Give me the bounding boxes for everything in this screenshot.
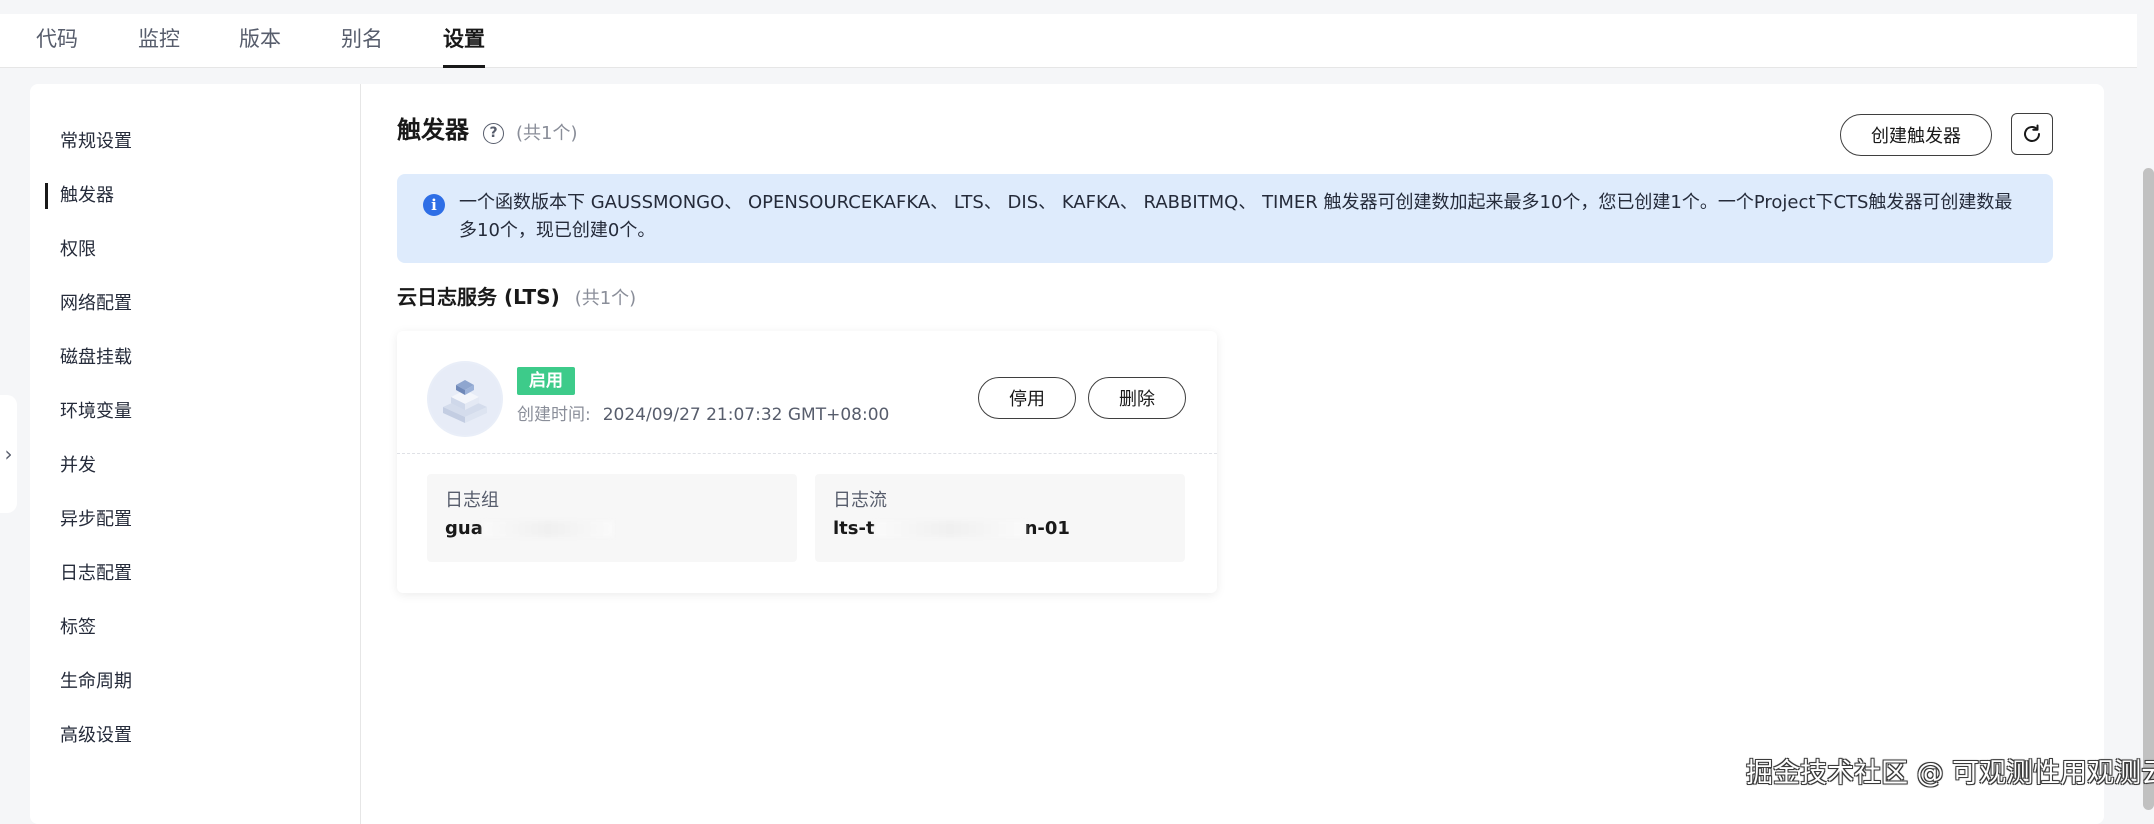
log-stream-label: 日志流 (833, 490, 887, 511)
stack-icon (429, 363, 501, 435)
sidebar-item-triggers[interactable]: 触发器 (45, 181, 114, 211)
created-time: 创建时间: 2024/09/27 21:07:32 GMT+08:00 (517, 403, 889, 427)
log-stream-prefix: lts-t (833, 518, 875, 539)
lts-service-icon (427, 361, 503, 437)
section-title-text: 云日志服务 (LTS) (397, 285, 560, 309)
trigger-card: 启用 创建时间: 2024/09/27 21:07:32 GMT+08:00 停用… (397, 331, 1217, 593)
sidebar-item-tags[interactable]: 标签 (60, 613, 96, 643)
created-label: 创建时间: (517, 405, 591, 425)
section-title: 云日志服务 (LTS) (共1个) (397, 283, 636, 313)
tab-code[interactable]: 代码 (36, 24, 78, 68)
status-badge: 启用 (517, 367, 575, 395)
log-group-label: 日志组 (445, 490, 499, 511)
tab-alias[interactable]: 别名 (341, 24, 383, 68)
sidebar-item-advanced[interactable]: 高级设置 (60, 721, 132, 751)
sidebar-item-disk-mount[interactable]: 磁盘挂载 (60, 343, 132, 373)
sidebar-item-permissions[interactable]: 权限 (60, 235, 96, 265)
section-count: (共1个) (574, 288, 637, 309)
scrollbar-thumb[interactable] (2143, 168, 2154, 810)
log-stream-box: 日志流 lts-t n-01 (815, 474, 1185, 562)
log-stream-suffix: n-01 (1024, 518, 1070, 539)
info-icon: i (423, 194, 445, 216)
card-separator (397, 453, 1217, 454)
redacted-mask (482, 521, 613, 537)
info-alert: i 一个函数版本下 GAUSSMONGO、 OPENSOURCEKAFKA、 L… (397, 174, 2053, 263)
top-strip (0, 0, 2154, 14)
sidebar-item-lifecycle[interactable]: 生命周期 (60, 667, 132, 697)
trigger-count: (共1个) (516, 123, 578, 144)
log-group-value: gua (445, 516, 613, 542)
tab-monitor[interactable]: 监控 (138, 24, 180, 68)
disable-button[interactable]: 停用 (978, 377, 1076, 419)
log-stream-value: lts-t n-01 (833, 516, 1070, 542)
alert-text: 一个函数版本下 GAUSSMONGO、 OPENSOURCEKAFKA、 LTS… (459, 192, 2013, 241)
sidebar-item-general[interactable]: 常规设置 (60, 127, 132, 157)
tab-versions[interactable]: 版本 (239, 24, 281, 68)
chevron-right-icon: › (4, 442, 13, 466)
page-title: 触发器 (397, 116, 469, 144)
refresh-icon (2024, 124, 2040, 142)
log-group-box: 日志组 gua (427, 474, 797, 562)
delete-button[interactable]: 删除 (1088, 377, 1186, 419)
tab-settings[interactable]: 设置 (443, 24, 485, 68)
function-tabbar: 代码 监控 版本 别名 设置 (0, 14, 2137, 68)
refresh-button[interactable] (2011, 113, 2053, 155)
sidebar-item-concurrency[interactable]: 并发 (60, 451, 96, 481)
panel-divider (360, 84, 361, 824)
sidebar-item-env-vars[interactable]: 环境变量 (60, 397, 132, 427)
question-circle-icon[interactable]: ? (483, 123, 504, 144)
create-trigger-button[interactable]: 创建触发器 (1840, 114, 1992, 156)
sidebar-item-logging[interactable]: 日志配置 (60, 559, 132, 589)
sidebar-item-network[interactable]: 网络配置 (60, 289, 132, 319)
expand-sidebar-handle[interactable]: › (0, 395, 17, 513)
created-value: 2024/09/27 21:07:32 GMT+08:00 (602, 405, 890, 425)
log-group-prefix: gua (445, 518, 483, 539)
watermark: 掘金技术社区 @ 可观测性用观测云 (1746, 758, 2154, 789)
sidebar-item-async[interactable]: 异步配置 (60, 505, 132, 535)
redacted-mask (874, 521, 1025, 537)
